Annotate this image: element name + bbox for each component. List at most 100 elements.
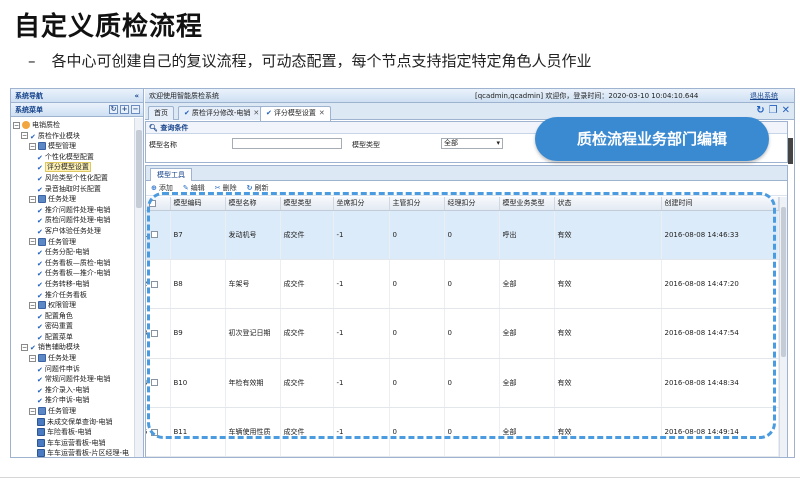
tree-node[interactable]: ✔ 推介问题件处理-电销	[13, 205, 134, 216]
doc-icon	[37, 438, 45, 447]
tree-node-label: 任务处理	[48, 195, 76, 204]
tree-node[interactable]: − ✔ 质检作业模块	[13, 131, 134, 142]
tree-node[interactable]: − 任务处理	[13, 353, 134, 364]
collapse-all-icon[interactable]: −	[131, 105, 140, 114]
check-icon: ✔	[30, 344, 36, 353]
tab-qc-score-edit[interactable]: ✔ 质检评分修改-电销 ✕	[178, 106, 266, 120]
tree-node[interactable]: − ✔ 销售辅助模块	[13, 342, 134, 353]
grid-scrollbar[interactable]	[779, 197, 787, 457]
tree-node[interactable]: − 电销质检	[13, 120, 134, 131]
close-icon[interactable]: ✕	[319, 109, 325, 117]
tree-node[interactable]: ✔ 推介录入-电销	[13, 385, 134, 396]
tree-scrollbar[interactable]	[134, 118, 143, 457]
edit-icon: ✎	[182, 184, 189, 192]
tree-node-label: 任务分配-电销	[44, 248, 90, 257]
close-icon[interactable]: ✕	[253, 109, 259, 117]
app-header: 欢迎使用智能质检系统 [qcadmin,qcadmin] 欢迎你，登录时间：20…	[145, 89, 794, 103]
tree-node[interactable]: − 任务管理	[13, 406, 134, 417]
sidebar: 系统导航 « 系统菜单 ↻ + − − 电销质检 − ✔ 质检作业模块 − 模型管理 ✔ 个性化…	[11, 89, 144, 457]
tree-node-label: 录音抽取时长配置	[44, 184, 101, 193]
tree-node[interactable]: ✔ 密码重置	[13, 321, 134, 332]
tree-node-label: 任务转移-电销	[44, 279, 90, 288]
tree-toggle-icon[interactable]: −	[29, 301, 36, 309]
tree-node[interactable]: − 模型管理	[13, 141, 134, 152]
check-icon: ✔	[37, 397, 43, 406]
tree-node-label: 任务管理	[48, 407, 76, 416]
tree-toggle-icon[interactable]: −	[29, 354, 36, 362]
tree-node[interactable]: − 权限管理	[13, 300, 134, 311]
popout-icon[interactable]: ❐	[769, 105, 778, 116]
tree-node[interactable]: ✔ 任务分配-电销	[13, 247, 134, 258]
refresh-tree-icon[interactable]: ↻	[109, 105, 118, 114]
tree-node[interactable]: ✔ 常规问题件处理-电销	[13, 374, 134, 385]
tree-toggle-icon[interactable]: −	[29, 195, 36, 203]
folder-icon	[38, 237, 46, 246]
tree-toggle-icon[interactable]: −	[13, 121, 20, 129]
tree-node[interactable]: ✔ 配置菜单	[13, 332, 134, 343]
check-icon: ✔	[37, 386, 43, 395]
user-info: [qcadmin,qcadmin] 欢迎你，登录时间：2020-03-10 10…	[475, 92, 699, 100]
tree-node-label: 车车运营看板-电销	[47, 438, 106, 447]
tab-model-tools[interactable]: 模型工具	[150, 168, 192, 181]
check-icon: ✔	[37, 174, 43, 183]
check-icon: ✔	[37, 249, 43, 258]
system-name: 欢迎使用智能质检系统	[149, 92, 219, 100]
tree-node[interactable]: 车车运营看板-电销	[13, 438, 134, 449]
tree-toggle-icon[interactable]: −	[29, 238, 36, 246]
tree-toggle-icon[interactable]: −	[21, 343, 28, 351]
tree-node-label: 推介录入-电销	[44, 385, 90, 394]
logout-link[interactable]: 退出系统	[750, 89, 778, 103]
tree-toggle-icon[interactable]: −	[29, 142, 36, 150]
tree-node[interactable]: ✔ 个性化模型配置	[13, 152, 134, 163]
tree-node[interactable]: 车险看板-电销	[13, 427, 134, 438]
tree-node[interactable]: ✔ 客户体验任务处理	[13, 226, 134, 237]
row-number: 5	[146, 428, 147, 436]
search-icon: 🔍︎	[149, 124, 158, 132]
collapse-icon[interactable]: «	[134, 89, 139, 103]
expand-all-icon[interactable]: +	[120, 105, 129, 114]
tree-node[interactable]: ✔ 任务看板—推介-电销	[13, 268, 134, 279]
tree-node[interactable]: ✔ 风险类型个性化配置	[13, 173, 134, 184]
model-type-select[interactable]: 全部 ▾	[441, 138, 503, 149]
close-all-icon[interactable]: ✕	[782, 105, 790, 116]
tree-node[interactable]: ✔ 录音抽取时长配置	[13, 184, 134, 195]
tab-home[interactable]: 首页	[148, 106, 174, 120]
add-icon: ⊕	[151, 184, 157, 192]
check-icon: ✔	[266, 109, 272, 117]
tree-node-label: 销售辅助模块	[37, 343, 80, 352]
tree-node[interactable]: ✔ 评分模型设置	[13, 162, 134, 173]
tree-node-label: 质检问题件处理-电销	[44, 216, 111, 225]
tree-node[interactable]: ✔ 推介申诉-电销	[13, 395, 134, 406]
tree-node-label: 权限管理	[48, 301, 76, 310]
nav-header: 系统导航 «	[11, 89, 143, 103]
tree-node-label: 车车运营看板-片区经理-电	[47, 449, 130, 457]
tree-node[interactable]: ✔ 任务转移-电销	[13, 279, 134, 290]
model-name-input[interactable]	[232, 138, 342, 149]
tree-node[interactable]: ✔ 任务看板—质检-电销	[13, 258, 134, 269]
tree-node[interactable]: − 任务处理	[13, 194, 134, 205]
folder-icon	[38, 354, 46, 363]
tree-node-label: 问题件申诉	[44, 364, 80, 373]
tree-toggle-icon[interactable]: −	[29, 407, 36, 415]
check-icon: ✔	[37, 280, 43, 289]
tab-score-model-settings[interactable]: ✔ 评分模型设置 ✕	[260, 106, 331, 121]
reload-icon[interactable]: ↻	[756, 105, 764, 116]
tree-node[interactable]: 未成交保单查询-电销	[13, 417, 134, 428]
bullet-dash: –	[28, 52, 36, 70]
check-icon: ✔	[184, 109, 190, 117]
check-icon: ✔	[37, 153, 43, 162]
tree-node[interactable]: ✔ 质检问题件处理-电销	[13, 215, 134, 226]
tree-node-label: 个性化模型配置	[44, 152, 94, 161]
tree-node[interactable]: − 任务管理	[13, 237, 134, 248]
folder-icon	[38, 407, 46, 416]
tree-node[interactable]: ✔ 问题件申诉	[13, 364, 134, 375]
tree-node-label: 密码重置	[44, 322, 73, 331]
tree-node[interactable]: 车车运营看板-片区经理-电	[13, 448, 134, 457]
tree-node[interactable]: ✔ 推介任务看板	[13, 290, 134, 301]
check-icon: ✔	[37, 365, 43, 374]
tree-node-label: 推介任务看板	[44, 290, 87, 299]
tree-toggle-icon[interactable]: −	[21, 132, 28, 140]
tree-node-label: 推介申诉-电销	[44, 396, 90, 405]
tree-node[interactable]: ✔ 配置角色	[13, 311, 134, 322]
tree-node-label: 电销质检	[32, 121, 60, 129]
